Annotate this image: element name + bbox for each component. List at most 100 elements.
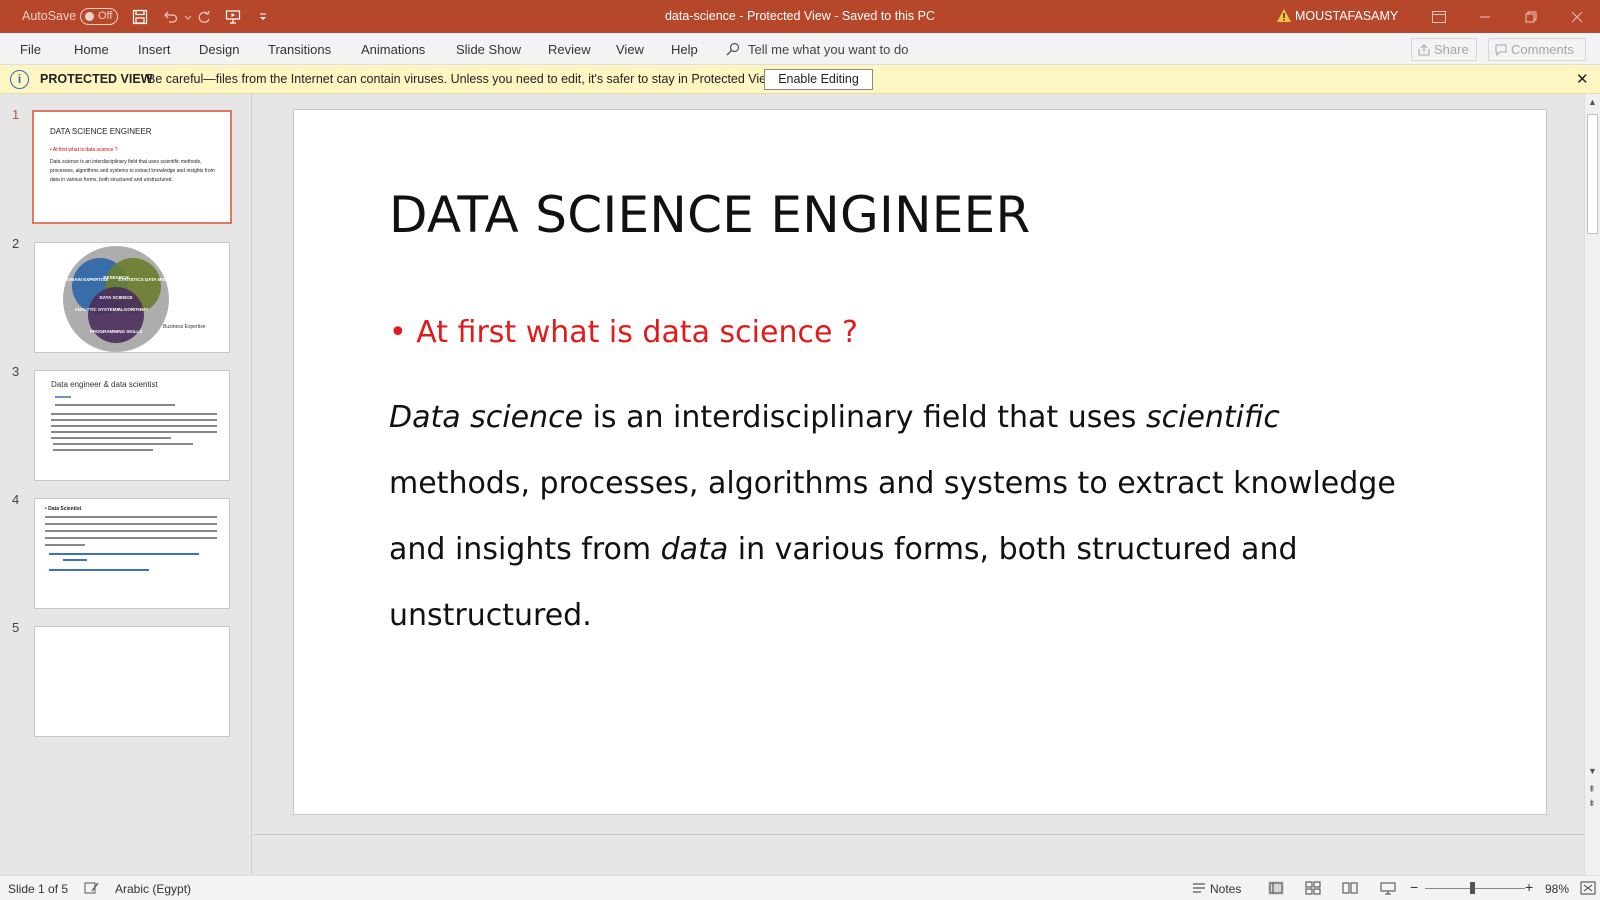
tell-me-search[interactable]: Tell me what you want to do: [748, 42, 908, 57]
ribbon-tabs: File Home Insert Design Transitions Anim…: [0, 33, 1600, 65]
slide-thumbnail-1[interactable]: DATA SCIENCE ENGINEER • At first what is…: [32, 110, 232, 224]
spelling-check-icon[interactable]: [84, 881, 100, 895]
protected-view-bar: i PROTECTED VIEW Be careful—files from t…: [0, 65, 1600, 94]
tab-slide-show[interactable]: Slide Show: [456, 42, 521, 57]
slide-thumbnail-4[interactable]: • Data Scientist: [34, 498, 230, 609]
thumb-text-line: [51, 437, 171, 439]
thumb-text-line: [45, 516, 217, 518]
thumb-text-line: [51, 413, 217, 415]
close-icon[interactable]: [1554, 0, 1600, 33]
zoom-slider[interactable]: [1425, 888, 1525, 889]
zoom-level[interactable]: 98%: [1545, 882, 1569, 896]
slide-canvas[interactable]: DATA SCIENCE ENGINEER • At first what is…: [293, 109, 1547, 815]
venn-label-business: Business Expertise: [163, 324, 206, 330]
minimize-icon[interactable]: [1462, 0, 1508, 33]
slide-bullet[interactable]: • At first what is data science ?: [389, 315, 858, 350]
protected-view-title: PROTECTED VIEW: [40, 72, 153, 86]
user-name[interactable]: MOUSTAFASAMY: [1295, 9, 1398, 23]
share-icon: [1418, 44, 1430, 56]
zoom-out-icon[interactable]: −: [1410, 879, 1418, 895]
protected-view-message: Be careful—files from the Internet can c…: [147, 72, 778, 86]
reading-view-icon[interactable]: [1342, 881, 1358, 895]
share-button[interactable]: Share: [1411, 38, 1477, 61]
comments-label: Comments: [1511, 42, 1574, 57]
info-icon: i: [10, 70, 29, 89]
thumb-text-line: [51, 425, 217, 427]
share-label: Share: [1434, 42, 1469, 57]
tab-transitions[interactable]: Transitions: [268, 42, 331, 57]
slide-thumbnail-3[interactable]: Data engineer & data scientist: [34, 370, 230, 481]
tab-help[interactable]: Help: [671, 42, 698, 57]
next-slide-icon[interactable]: ⇟: [1588, 798, 1596, 809]
body-part-1: is an interdisciplinary field that uses: [583, 400, 1146, 435]
slide-thumbnail-pane: 1 DATA SCIENCE ENGINEER • At first what …: [0, 94, 252, 875]
title-bar: AutoSave Off data-science - Protected Vi…: [0, 0, 1600, 33]
bullet-text: At first what is data science ?: [416, 315, 858, 350]
scrollbar-thumb[interactable]: [1587, 114, 1598, 234]
normal-view-icon[interactable]: [1268, 881, 1284, 895]
thumb-text-line: [53, 449, 153, 451]
comment-icon: [1495, 44, 1507, 56]
thumb-number: 2: [12, 236, 20, 251]
notes-button[interactable]: Notes: [1210, 882, 1241, 896]
warning-icon: [1277, 9, 1291, 22]
thumb-number: 1: [12, 107, 20, 122]
close-bar-icon[interactable]: ✕: [1576, 70, 1589, 88]
tab-home[interactable]: Home: [74, 42, 109, 57]
venn-label-data-science: DATA SCIENCE: [100, 295, 133, 300]
notes-pane-divider[interactable]: [254, 834, 1584, 835]
thumb-text-line: [45, 530, 217, 532]
fit-to-window-icon[interactable]: [1580, 881, 1596, 895]
enable-editing-button[interactable]: Enable Editing: [764, 69, 873, 90]
thumb-number: 3: [12, 364, 20, 379]
thumb-link-line: [63, 559, 87, 561]
tab-animations[interactable]: Animations: [361, 42, 425, 57]
body-term-data: data: [660, 532, 729, 567]
slide-counter: Slide 1 of 5: [8, 882, 69, 896]
tab-file[interactable]: File: [20, 42, 41, 57]
zoom-in-icon[interactable]: +: [1525, 879, 1533, 895]
tab-view[interactable]: View: [616, 42, 644, 57]
powerpoint-window: AutoSave Off data-science - Protected Vi…: [0, 0, 1600, 900]
thumb-text-line: [55, 396, 71, 398]
slide-title[interactable]: DATA SCIENCE ENGINEER: [389, 186, 1031, 244]
language-indicator[interactable]: Arabic (Egypt): [115, 882, 191, 896]
slide-thumbnail-2[interactable]: DOMAIN EXPERTISE RESEARCH STATISTICS DAT…: [34, 242, 230, 353]
restore-icon[interactable]: [1508, 0, 1554, 33]
body-term-data-science: Data science: [389, 400, 584, 435]
thumb-text-line: [51, 431, 217, 433]
body-term-scientific: scientific: [1145, 400, 1280, 435]
ribbon-display-options-icon[interactable]: [1416, 0, 1462, 33]
previous-slide-icon[interactable]: ⇞: [1588, 784, 1596, 795]
thumb-1-title: DATA SCIENCE ENGINEER: [50, 127, 152, 136]
tab-design[interactable]: Design: [199, 42, 239, 57]
venn-label-statistics: STATISTICS DATA MINING: [118, 277, 174, 282]
slide-body-text[interactable]: Data science is an interdisciplinary fie…: [389, 385, 1429, 649]
venn-label-domain: DOMAIN EXPERTISE: [64, 277, 109, 282]
thumb-text-line: [55, 404, 175, 406]
vertical-scrollbar[interactable]: ▲ ▼ ⇞ ⇟: [1584, 94, 1600, 875]
thumb-number: 4: [12, 492, 20, 507]
scroll-down-icon[interactable]: ▼: [1588, 766, 1597, 776]
zoom-slider-knob[interactable]: [1470, 882, 1475, 894]
tab-insert[interactable]: Insert: [138, 42, 171, 57]
thumb-text-line: [53, 443, 193, 445]
venn-diagram-image: DOMAIN EXPERTISE RESEARCH STATISTICS DAT…: [63, 246, 206, 352]
slide-thumbnail-5[interactable]: [34, 626, 230, 737]
thumb-1-body: Data science is an interdisciplinary fie…: [50, 159, 215, 183]
tab-review[interactable]: Review: [548, 42, 591, 57]
thumb-text-line: [45, 523, 217, 525]
slideshow-view-icon[interactable]: [1380, 881, 1396, 895]
thumb-4-heading: • Data Scientist: [45, 506, 82, 512]
notes-icon: [1193, 883, 1205, 893]
slide-sorter-icon[interactable]: [1305, 881, 1321, 895]
thumb-text-line: [51, 419, 217, 421]
bullet-mark: •: [389, 315, 407, 350]
lightbulb-search-icon: [726, 42, 740, 56]
thumb-link-line: [49, 553, 199, 555]
thumb-1-bullet: • At first what is data science ?: [50, 147, 118, 153]
venn-label-programming: PROGRAMMING SKILLS: [90, 329, 143, 334]
comments-button[interactable]: Comments: [1488, 38, 1586, 61]
thumb-number: 5: [12, 620, 20, 635]
scroll-up-icon[interactable]: ▲: [1588, 97, 1597, 107]
